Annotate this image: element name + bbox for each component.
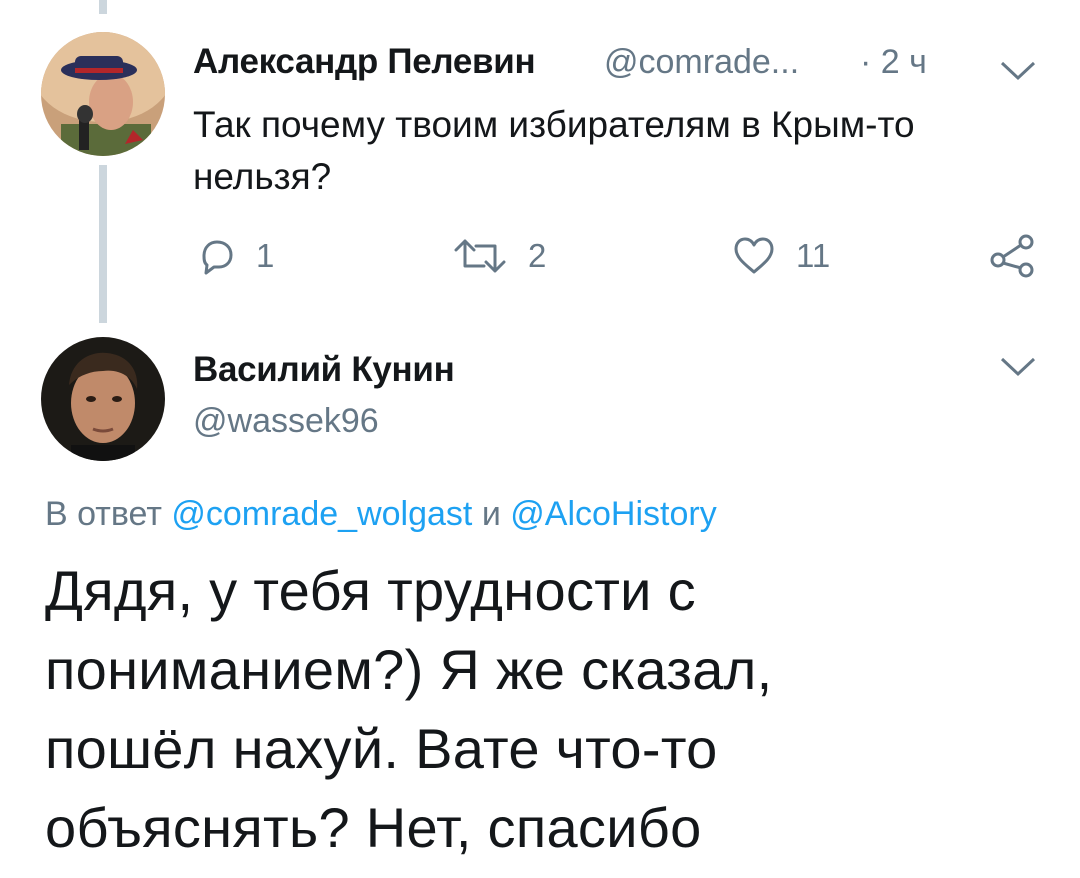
author-name[interactable]: Александр Пелевин xyxy=(193,42,536,82)
retweet-count: 2 xyxy=(528,237,547,274)
retweet-action[interactable]: 2 xyxy=(452,236,546,276)
reply-and: и xyxy=(481,495,501,533)
tweet-time[interactable]: · 2 ч xyxy=(860,43,927,82)
avatar-kunin[interactable] xyxy=(41,337,165,461)
mention-link[interactable]: @AlcoHistory xyxy=(510,495,716,533)
reply-action[interactable]: 1 xyxy=(196,236,274,276)
avatar-pelevin[interactable] xyxy=(41,32,165,156)
author-name[interactable]: Василий Кунин xyxy=(193,350,455,390)
reply-icon xyxy=(202,240,233,275)
author-handle[interactable]: @comrade... xyxy=(604,43,799,82)
tweet-text: Дядя, у тебя трудности с пониманием?) Я … xyxy=(45,559,773,859)
thread-line-bottom xyxy=(99,165,107,323)
tweet-text: Так почему твоим избирателям в Крым-то н… xyxy=(193,104,915,197)
chevron-down-icon[interactable] xyxy=(1000,60,1036,82)
reply-count: 1 xyxy=(256,237,275,274)
mention-link[interactable]: @comrade_wolgast xyxy=(171,495,472,533)
like-icon xyxy=(734,237,774,274)
reply-context: В ответ @comrade_wolgast и @AlcoHistory xyxy=(45,495,717,534)
author-handle[interactable]: @wassek96 xyxy=(193,402,379,441)
thread-line-top xyxy=(99,0,107,14)
share-icon[interactable] xyxy=(988,234,1036,278)
reply-prefix: В ответ xyxy=(45,495,162,533)
like-action[interactable]: 11 xyxy=(732,236,830,276)
like-count: 11 xyxy=(796,237,831,274)
chevron-down-icon[interactable] xyxy=(1000,356,1036,378)
retweet-icon xyxy=(454,239,506,273)
